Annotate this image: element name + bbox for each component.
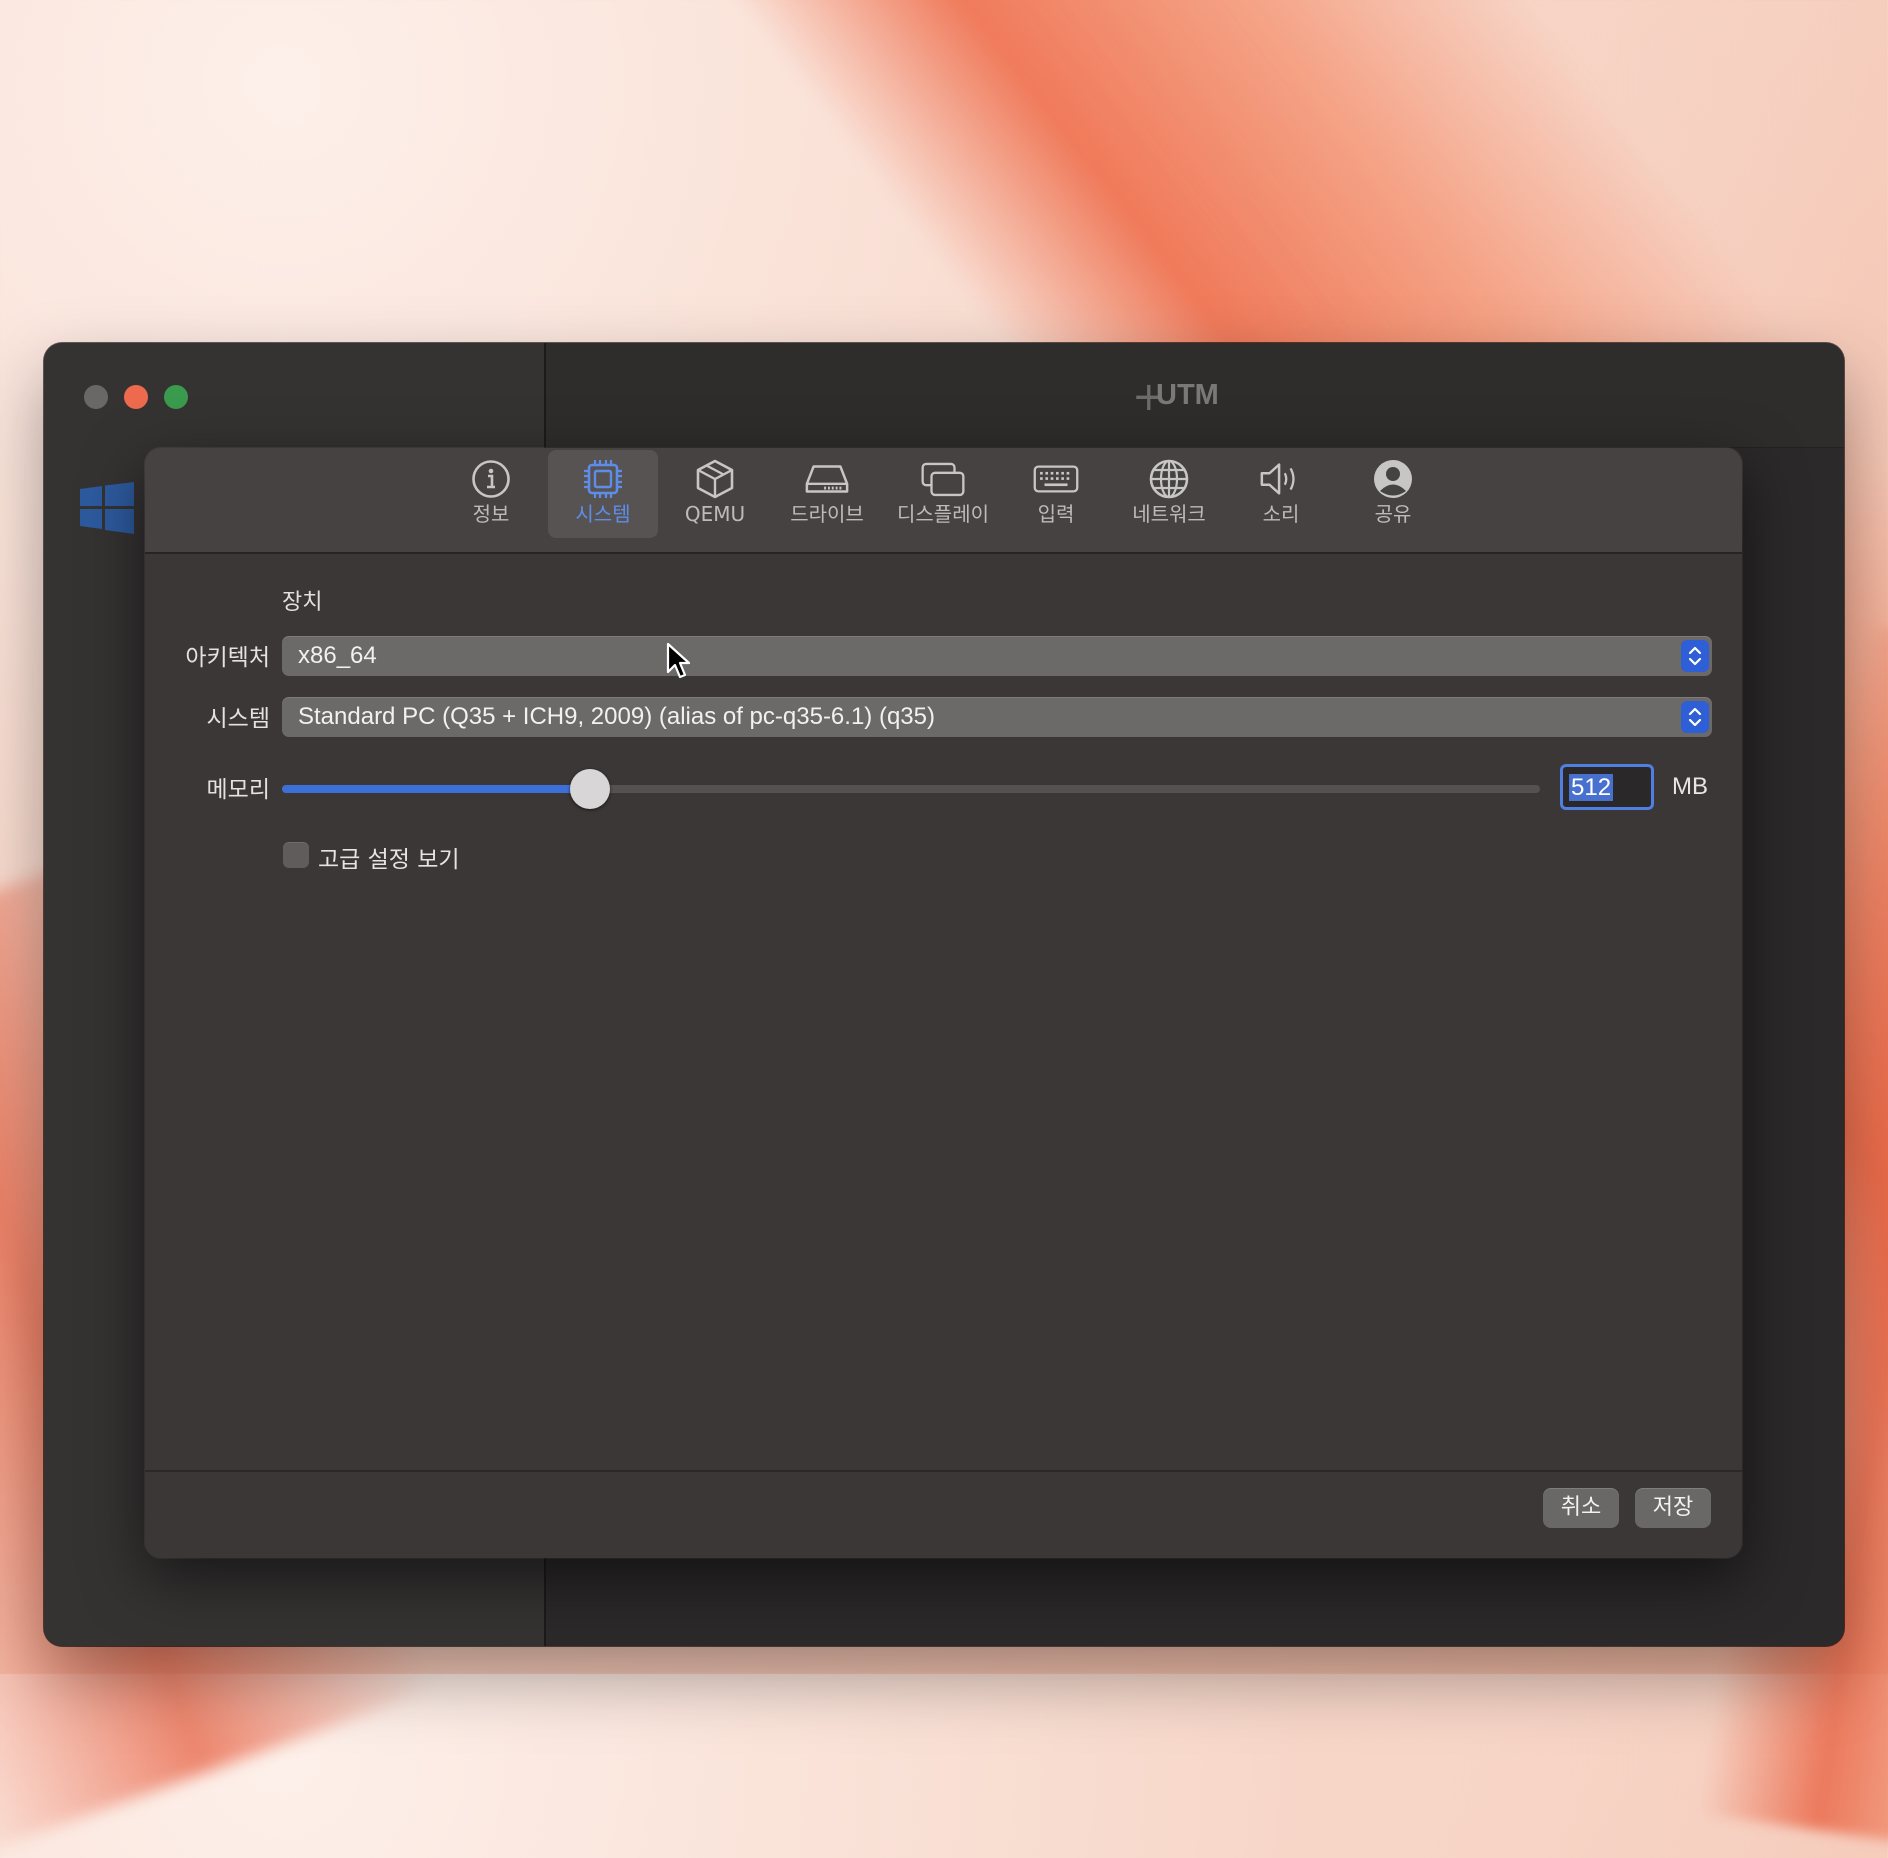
windows-logo-icon[interactable] xyxy=(80,482,134,534)
tab-display[interactable]: 디스플레이 xyxy=(883,450,1003,538)
memory-slider-thumb[interactable] xyxy=(570,769,611,809)
tab-sound[interactable]: 소리 xyxy=(1226,450,1336,538)
tab-label: 입력 xyxy=(1037,502,1075,526)
speaker-icon xyxy=(1258,456,1304,502)
settings-toolbar: 정보 시스템 QEMU 드라이브 디스플레이 입력 네트워크 소리 공유 xyxy=(145,448,1742,554)
footer-divider xyxy=(145,1470,1742,1472)
tab-label: 드라이브 xyxy=(790,502,864,526)
tab-label: QEMU xyxy=(684,502,746,526)
globe-icon xyxy=(1146,456,1192,502)
memory-value: 512 xyxy=(1569,774,1614,801)
tab-input[interactable]: 입력 xyxy=(1001,450,1111,538)
architecture-label: 아키텍처 xyxy=(185,645,270,671)
system-select[interactable]: Standard PC (Q35 + ICH9, 2009) (alias of… xyxy=(282,697,1712,737)
save-button[interactable]: 저장 xyxy=(1635,1488,1711,1528)
memory-slider-fill xyxy=(282,785,591,793)
zoom-button[interactable] xyxy=(164,385,188,409)
cpu-chip-icon xyxy=(580,456,626,502)
tab-label: 공유 xyxy=(1374,502,1412,526)
info-icon xyxy=(468,456,514,502)
main-toolbar: + UTM xyxy=(546,343,1844,448)
minimize-button[interactable] xyxy=(84,385,108,409)
mouse-cursor-icon xyxy=(666,642,691,679)
tab-label: 디스플레이 xyxy=(897,502,989,526)
drive-icon xyxy=(804,456,850,502)
tab-label: 정보 xyxy=(472,502,510,526)
tab-qemu[interactable]: QEMU xyxy=(660,450,770,538)
advanced-settings-label[interactable]: 고급 설정 보기 xyxy=(318,840,460,874)
tab-sharing[interactable]: 공유 xyxy=(1338,450,1448,538)
person-icon xyxy=(1370,456,1416,502)
architecture-value: x86_64 xyxy=(298,642,377,669)
settings-sheet: 정보 시스템 QEMU 드라이브 디스플레이 입력 네트워크 소리 공유 장치 … xyxy=(145,448,1742,1558)
cube-icon xyxy=(692,456,738,502)
chevron-updown-icon xyxy=(1681,640,1709,672)
advanced-settings-checkbox[interactable] xyxy=(283,842,309,868)
system-value: Standard PC (Q35 + ICH9, 2009) (alias of… xyxy=(298,703,935,730)
memory-input[interactable]: 512 xyxy=(1560,764,1654,810)
section-label: 장치 xyxy=(282,590,323,615)
memory-slider[interactable] xyxy=(282,769,1540,809)
system-label: 시스템 xyxy=(206,706,270,732)
chevron-updown-icon xyxy=(1681,701,1709,733)
memory-unit: MB xyxy=(1672,773,1708,800)
app-title: UTM xyxy=(1156,379,1219,411)
tab-network[interactable]: 네트워크 xyxy=(1114,450,1224,538)
cancel-button[interactable]: 취소 xyxy=(1543,1488,1619,1528)
tab-label: 시스템 xyxy=(575,502,631,526)
tab-drives[interactable]: 드라이브 xyxy=(772,450,882,538)
memory-label: 메모리 xyxy=(206,777,270,803)
tab-label: 네트워크 xyxy=(1132,502,1206,526)
tab-label: 소리 xyxy=(1262,502,1300,526)
tab-info[interactable]: 정보 xyxy=(436,450,546,538)
display-icon xyxy=(920,456,966,502)
keyboard-icon xyxy=(1033,456,1079,502)
close-button[interactable] xyxy=(124,385,148,409)
architecture-select[interactable]: x86_64 xyxy=(282,636,1712,676)
tab-system[interactable]: 시스템 xyxy=(548,450,658,538)
